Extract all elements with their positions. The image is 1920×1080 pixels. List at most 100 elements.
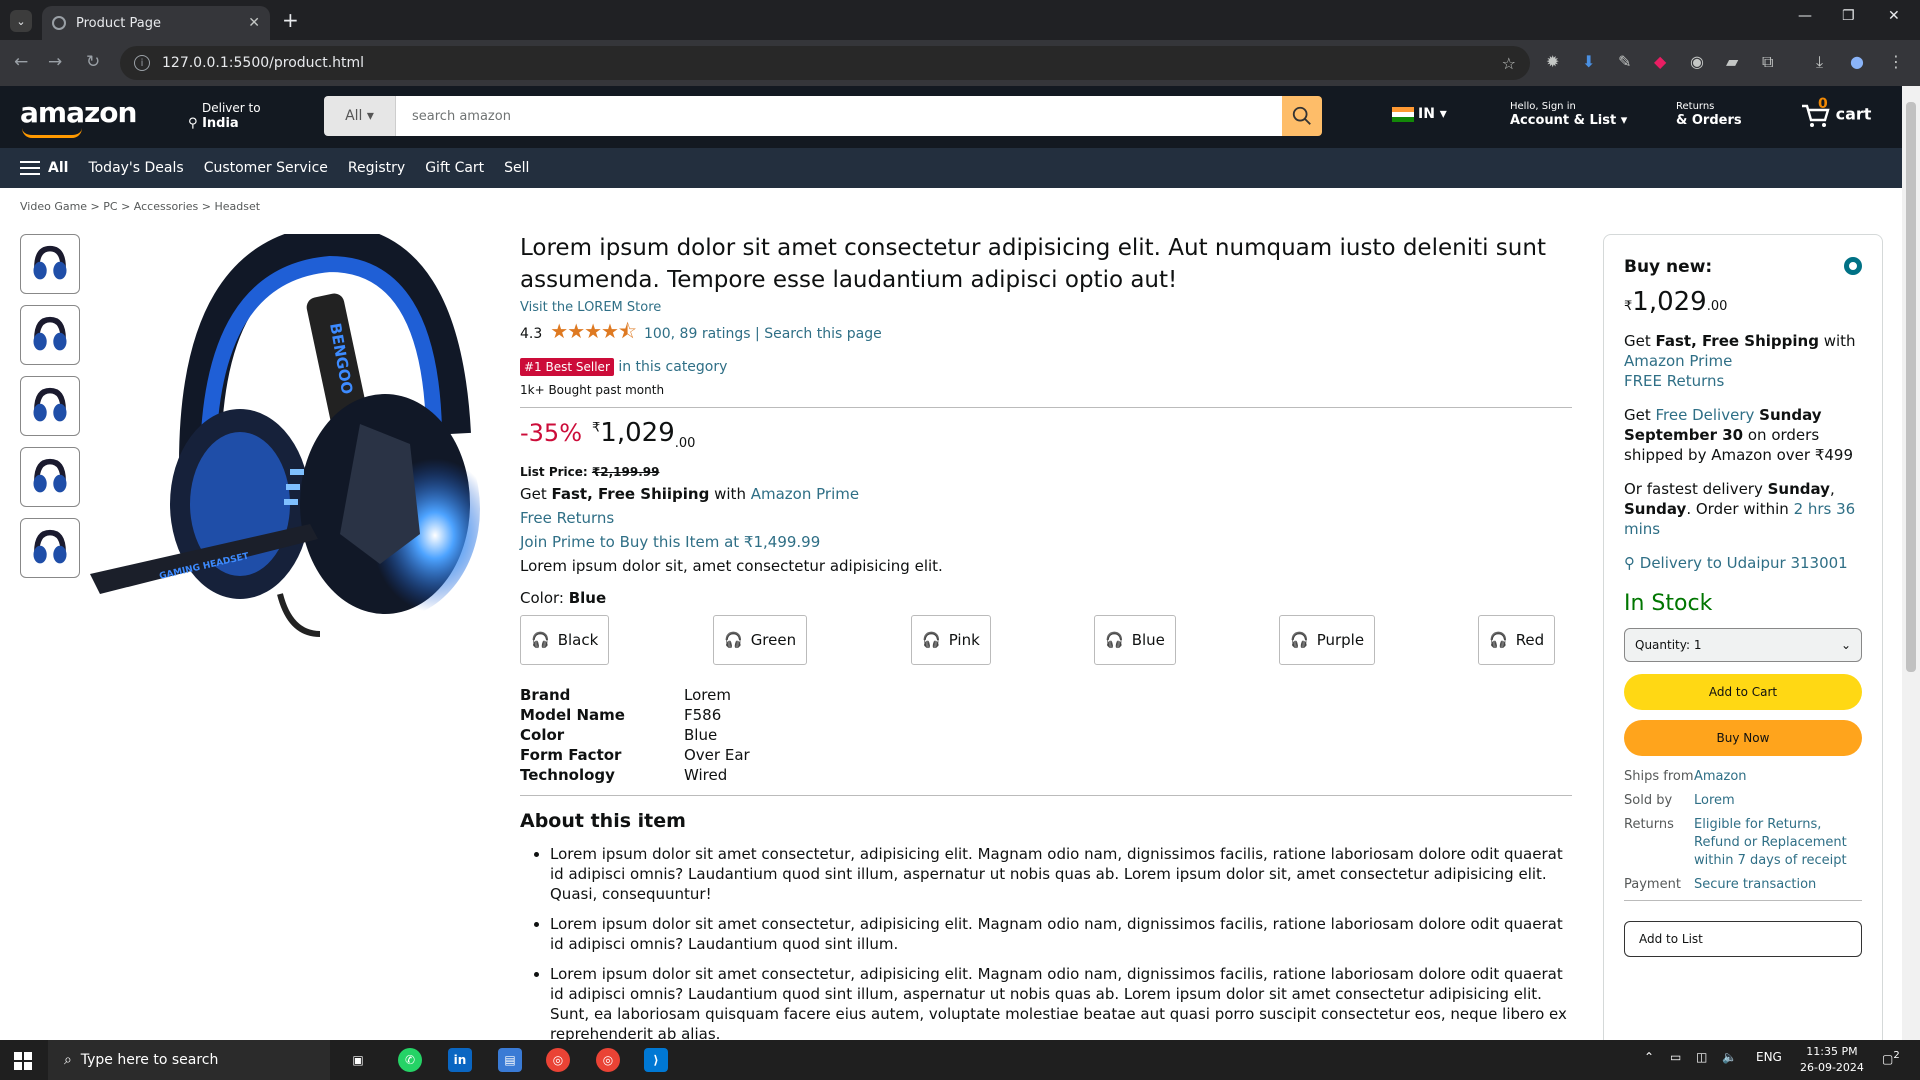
color-option-purple[interactable]: 🎧 Purple bbox=[1279, 615, 1376, 666]
extension-gear-icon[interactable]: ✹ bbox=[1546, 52, 1559, 71]
free-delivery-link[interactable]: Free Delivery bbox=[1656, 406, 1755, 424]
color-option-blue[interactable]: 🎧 Blue bbox=[1094, 615, 1176, 666]
nav-sell[interactable]: Sell bbox=[504, 160, 529, 176]
color-option-label: Pink bbox=[948, 631, 980, 650]
delivery-location[interactable]: ⚲ Delivery to Udaipur 313001 bbox=[1624, 553, 1862, 573]
nav-gift-cart[interactable]: Gift Cart bbox=[425, 160, 484, 176]
close-tab-icon[interactable]: ✕ bbox=[248, 15, 260, 31]
camera-extension-icon[interactable]: ◉ bbox=[1690, 52, 1704, 71]
color-option-red[interactable]: 🎧 Red bbox=[1478, 615, 1556, 666]
breadcrumb[interactable]: Video Game > PC > Accessories > Headset bbox=[20, 200, 260, 213]
add-to-cart-button[interactable]: Add to Cart bbox=[1624, 674, 1862, 710]
chevron-down-icon: ⌄ bbox=[1840, 638, 1851, 652]
wallet-extension-icon[interactable]: ▰ bbox=[1726, 52, 1738, 71]
color-option-black[interactable]: 🎧 Black bbox=[520, 615, 610, 666]
task-view-icon[interactable]: ▣ bbox=[346, 1048, 370, 1072]
nav-todays-deals[interactable]: Today's Deals bbox=[88, 160, 183, 176]
scrollbar-thumb[interactable] bbox=[1906, 102, 1916, 672]
chrome-active-icon[interactable]: ◎ bbox=[596, 1048, 620, 1072]
download-extension-icon[interactable]: ⬇ bbox=[1582, 52, 1595, 71]
best-seller-badge[interactable]: #1 Best Seller bbox=[520, 358, 614, 376]
search-input[interactable]: search amazon bbox=[396, 96, 1282, 136]
battery-icon[interactable]: ▭ bbox=[1670, 1050, 1681, 1064]
new-tab-icon[interactable]: + bbox=[282, 8, 299, 32]
tab-search-dropdown-icon[interactable]: ⌄ bbox=[10, 10, 32, 32]
buy-now-button[interactable]: Buy Now bbox=[1624, 720, 1862, 756]
whatsapp-icon[interactable]: ✆ bbox=[398, 1048, 422, 1072]
quantity-select[interactable]: Quantity: 1 ⌄ bbox=[1624, 628, 1862, 662]
language-code: IN bbox=[1418, 106, 1435, 122]
extensions-puzzle-icon[interactable]: ⧉ bbox=[1762, 52, 1773, 72]
account-menu[interactable]: Hello, Sign in Account & List ▾ bbox=[1510, 100, 1627, 128]
spec-key: Color bbox=[520, 726, 565, 745]
volume-icon[interactable]: 🔈 bbox=[1722, 1050, 1737, 1064]
payment-row: Payment Secure transaction bbox=[1624, 876, 1862, 894]
store-link[interactable]: Visit the LOREM Store bbox=[520, 300, 1572, 315]
back-icon[interactable]: ← bbox=[14, 52, 28, 72]
downloads-icon[interactable]: ⤓ bbox=[1816, 52, 1823, 72]
sold-by-value[interactable]: Lorem bbox=[1694, 792, 1862, 810]
spec-row: Model Name F586 bbox=[520, 705, 1572, 725]
notification-icon[interactable]: ▢2 bbox=[1882, 1050, 1900, 1066]
nav-customer-service[interactable]: Customer Service bbox=[204, 160, 328, 176]
windows-start-icon[interactable] bbox=[14, 1052, 32, 1070]
linkedin-icon[interactable]: in bbox=[448, 1048, 472, 1072]
payment-value[interactable]: Secure transaction bbox=[1694, 876, 1862, 894]
star-rating-icon[interactable]: ★★★★⯪ bbox=[550, 317, 637, 351]
browser-tab[interactable]: Product Page ✕ bbox=[42, 6, 270, 40]
chrome-icon[interactable]: ◎ bbox=[546, 1048, 570, 1072]
stock-status: In Stock bbox=[1624, 591, 1713, 616]
vscode-icon[interactable]: ⟩ bbox=[644, 1048, 668, 1072]
join-prime-link[interactable]: Join Prime to Buy this Item at ₹1,499.99 bbox=[520, 533, 1572, 551]
page-scrollbar[interactable] bbox=[1902, 86, 1920, 1040]
nav-registry[interactable]: Registry bbox=[348, 160, 405, 176]
search-category-dropdown[interactable]: All ▾ bbox=[324, 96, 396, 136]
url-bar[interactable]: i 127.0.0.1:5500/product.html ☆ bbox=[120, 46, 1530, 80]
thumbnail-4[interactable] bbox=[20, 447, 80, 507]
returns-value[interactable]: Eligible for Returns, Refund or Replacem… bbox=[1694, 816, 1862, 870]
close-window-icon[interactable]: ✕ bbox=[1888, 8, 1900, 24]
profile-avatar-icon[interactable]: ● bbox=[1850, 52, 1864, 71]
color-picker-extension-icon[interactable]: ◆ bbox=[1654, 52, 1666, 71]
input-language[interactable]: ENG bbox=[1756, 1050, 1782, 1064]
ships-from-value[interactable]: Amazon bbox=[1694, 768, 1862, 786]
network-icon[interactable]: ◫ bbox=[1696, 1050, 1707, 1064]
browser-menu-icon[interactable]: ⋮ bbox=[1888, 52, 1904, 71]
file-explorer-icon[interactable]: ▤ bbox=[498, 1048, 522, 1072]
language-selector[interactable]: IN ▾ bbox=[1392, 106, 1447, 122]
amazon-logo[interactable]: amazon bbox=[20, 96, 137, 129]
bookmark-star-icon[interactable]: ☆ bbox=[1502, 54, 1516, 73]
best-seller-category-link[interactable]: in this category bbox=[618, 359, 727, 375]
pen-extension-icon[interactable]: ✎ bbox=[1618, 52, 1631, 71]
radio-selected-icon[interactable] bbox=[1844, 257, 1862, 275]
all-menu-button[interactable]: All bbox=[20, 160, 68, 176]
free-returns-link[interactable]: Free Returns bbox=[520, 509, 1572, 527]
buybox-free-returns-link[interactable]: FREE Returns bbox=[1624, 372, 1724, 390]
amazon-prime-link[interactable]: Amazon Prime bbox=[751, 485, 859, 503]
site-info-icon[interactable]: i bbox=[134, 55, 150, 71]
returns-orders[interactable]: Returns & Orders bbox=[1676, 100, 1742, 128]
buybox-prime-link[interactable]: Amazon Prime bbox=[1624, 352, 1732, 370]
tray-chevron-icon[interactable]: ⌃ bbox=[1644, 1050, 1654, 1064]
cart-button[interactable]: 0 cart bbox=[1800, 96, 1871, 128]
thumbnail-3[interactable] bbox=[20, 376, 80, 436]
minimize-icon[interactable]: — bbox=[1798, 8, 1812, 24]
reload-icon[interactable]: ↻ bbox=[86, 52, 100, 72]
ratings-link[interactable]: 100, 89 ratings | Search this page bbox=[644, 326, 882, 342]
buy-new-header[interactable]: Buy new: bbox=[1624, 257, 1862, 277]
color-option-green[interactable]: 🎧 Green bbox=[713, 615, 808, 666]
main-product-image[interactable]: BENGOO GAMING HEADSET bbox=[90, 234, 490, 644]
shipping-line: Get Fast, Free Shiiping with Amazon Prim… bbox=[520, 485, 1572, 503]
taskbar-search[interactable]: ⌕ Type here to search bbox=[48, 1040, 330, 1080]
color-option-pink[interactable]: 🎧 Pink bbox=[911, 615, 991, 666]
search-button[interactable] bbox=[1282, 96, 1322, 136]
all-label: All bbox=[48, 160, 69, 176]
add-to-list-button[interactable]: Add to List bbox=[1624, 921, 1862, 957]
forward-icon[interactable]: → bbox=[48, 52, 62, 72]
thumbnail-1[interactable] bbox=[20, 234, 80, 294]
restore-icon[interactable]: ❐ bbox=[1842, 8, 1855, 24]
thumbnail-5[interactable] bbox=[20, 518, 80, 578]
thumbnail-2[interactable] bbox=[20, 305, 80, 365]
system-clock[interactable]: 11:35 PM 26-09-2024 bbox=[1800, 1044, 1864, 1076]
deliver-to[interactable]: Deliver to ⚲ India bbox=[188, 100, 261, 132]
